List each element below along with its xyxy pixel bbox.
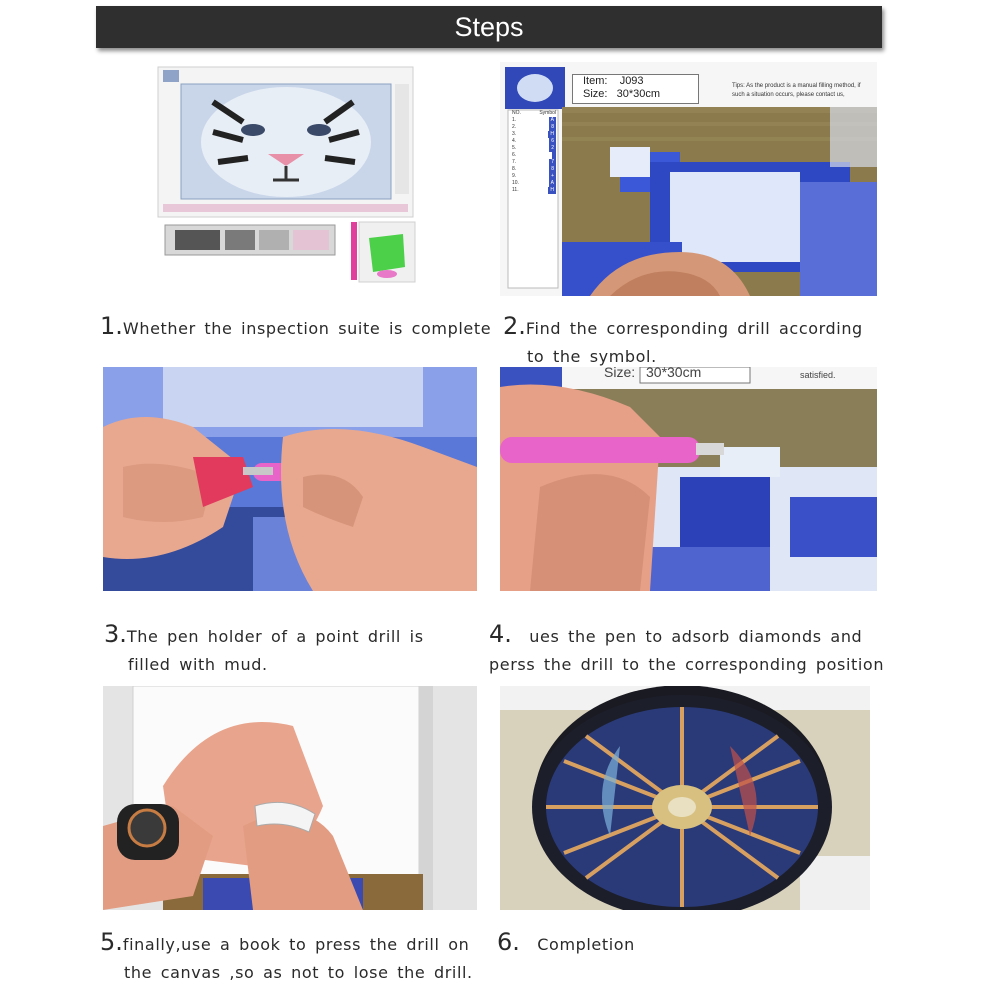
symbol-table-row: 5. 2 [512, 145, 556, 152]
step-5-text-line1: finally,use a book to press the drill on [122, 935, 470, 954]
symbol-table-symbol: H [548, 187, 556, 194]
symbol-table-symbol: A [548, 117, 556, 124]
step-1-text: Whether the inspection suite is complete [122, 319, 492, 338]
symbol-table-row: 2. 8 [512, 124, 556, 131]
symbol-table-row: 9. + [512, 173, 556, 180]
symbol-table-number: 6. [512, 152, 517, 158]
step-3-caption: 3.The pen holder of a point drill is fil… [104, 620, 424, 679]
step-4-caption: 4. ues the pen to adsorb diamonds and pe… [489, 620, 884, 679]
photo-kit-contents [103, 62, 477, 296]
steps-header: Steps [96, 6, 882, 48]
table-header-symbol: Symbol [539, 110, 556, 116]
step-3-number: 3. [104, 620, 127, 648]
item-value: J093 [619, 75, 644, 87]
step-2-text-line2: to the symbol. [527, 347, 657, 366]
step-6-number: 6. [497, 928, 520, 956]
step-2-caption: 2.Find the corresponding drill according… [503, 312, 863, 371]
step-5-number: 5. [100, 928, 123, 956]
symbol-table-symbol: H [548, 131, 556, 138]
photo-pen-mud [103, 367, 477, 591]
step-2-number: 2. [503, 312, 526, 340]
symbol-table-number: 1. [512, 117, 517, 123]
symbol-table-number: 10. [512, 180, 519, 186]
symbol-table-row: 11. H [512, 187, 556, 194]
symbol-table-symbol: A [548, 180, 556, 187]
symbol-table-number: 3. [512, 131, 517, 137]
symbol-table-row: 6. [512, 152, 556, 159]
step-3-text-line1: The pen holder of a point drill is [126, 627, 424, 646]
symbol-table-number: 7. [512, 159, 517, 165]
symbol-table-number: 8. [512, 166, 517, 172]
step-4-text-line2: perss the drill to the corresponding pos… [489, 655, 885, 674]
symbol-table-symbol: 8 [549, 124, 556, 131]
symbol-table-row: 7. 7 [512, 159, 556, 166]
symbol-table-number: 9. [512, 173, 517, 179]
symbol-table-row: 10. A [512, 180, 556, 187]
symbol-table: NO. Symbol 1. A 2. 8 3. H 4. 6 5. 2 6. 7. 7 8. 8 9. +10. A… [512, 110, 556, 194]
photo-symbol-canvas: Item: J093 Size: 30*30cm Tips: As the pr… [500, 62, 877, 296]
size-label: Size: [583, 88, 608, 100]
tips-text: Tips: As the product is a manual filling… [732, 83, 861, 98]
step-1-caption: 1.Whether the inspection suite is comple… [100, 312, 491, 343]
step-1-number: 1. [100, 312, 123, 340]
symbol-table-row: 3. H [512, 131, 556, 138]
symbol-table-number: 4. [512, 138, 517, 144]
table-header-no: NO. [512, 110, 521, 116]
symbol-table-symbol: 6 [549, 138, 556, 145]
step-5-caption: 5.finally,use a book to press the drill … [100, 928, 473, 987]
symbol-table-number: 2. [512, 124, 517, 130]
photo-pen-placing: Size: 30*30cm satisfied. [500, 367, 877, 591]
symbol-table-symbol: + [549, 173, 556, 180]
symbol-table-number: 5. [512, 145, 517, 151]
symbol-table-symbol [552, 152, 556, 159]
header-title: Steps [454, 11, 524, 42]
item-label: Item: [583, 75, 608, 87]
symbol-table-row: 8. 8 [512, 166, 556, 173]
photo-completed [500, 686, 870, 910]
symbol-table-symbol: 7 [549, 159, 556, 166]
size-value: 30*30cm [616, 88, 661, 100]
step-5-text-line2: the canvas ,so as not to lose the drill. [124, 963, 473, 982]
symbol-table-row: 1. A [512, 117, 556, 124]
step-3-text-line2: filled with mud. [128, 655, 268, 674]
step-6-text: Completion [537, 935, 635, 954]
step-2-text-line1: Find the corresponding drill according [525, 319, 863, 338]
symbol-table-symbol: 2 [549, 145, 556, 152]
step-4-number: 4. [489, 620, 512, 648]
step-6-caption: 6. Completion [497, 928, 635, 959]
symbol-table-number: 11. [512, 187, 519, 193]
symbol-table-row: 4. 6 [512, 138, 556, 145]
satisfied-text: satisfied. [800, 370, 836, 380]
step-4-text-line1: ues the pen to adsorb diamonds and [529, 627, 863, 646]
photo-press-book [103, 686, 477, 910]
symbol-table-symbol: 8 [549, 166, 556, 173]
